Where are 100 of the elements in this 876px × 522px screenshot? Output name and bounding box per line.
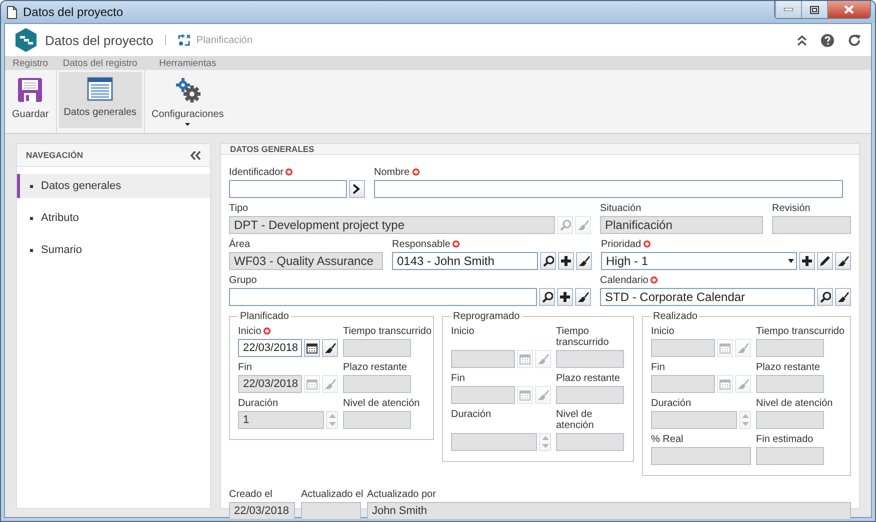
window-title: Datos del proyecto bbox=[23, 5, 124, 19]
field-label: Plazo restante bbox=[756, 362, 820, 373]
add-button[interactable] bbox=[557, 288, 573, 306]
spin-buttons[interactable] bbox=[739, 411, 751, 429]
text-field[interactable]: 22/03/2018 bbox=[238, 339, 302, 357]
calendar-icon bbox=[306, 378, 318, 390]
edit-button[interactable] bbox=[817, 252, 833, 270]
field-label: Nivel de atención bbox=[556, 409, 595, 431]
text-field[interactable] bbox=[229, 288, 537, 306]
brush-icon bbox=[837, 291, 849, 303]
brush-icon bbox=[537, 353, 549, 365]
ribbon-button[interactable]: Guardar bbox=[7, 72, 54, 128]
collapse-icon[interactable] bbox=[797, 34, 807, 46]
brush-icon bbox=[737, 342, 749, 354]
field-label: Situación bbox=[600, 203, 642, 214]
field-label: Prioridad bbox=[601, 239, 642, 250]
field-label: Área bbox=[229, 239, 250, 250]
minimize-button[interactable] bbox=[775, 1, 801, 18]
minimize-icon bbox=[784, 8, 793, 11]
page-title: Datos del proyecto bbox=[45, 32, 154, 48]
bullet-icon bbox=[30, 184, 33, 188]
field-label: Creado el bbox=[229, 489, 272, 500]
double-chevron-left-icon[interactable] bbox=[190, 150, 201, 160]
bullet-icon bbox=[30, 216, 33, 220]
panel-title: DATOS GENERALES bbox=[230, 144, 314, 154]
calendar-icon bbox=[719, 342, 731, 354]
ribbon-button[interactable]: Datos generales bbox=[58, 72, 142, 128]
down-arrow-icon bbox=[542, 444, 548, 448]
document-icon bbox=[7, 6, 17, 18]
search-button[interactable] bbox=[817, 288, 833, 306]
clear-button[interactable] bbox=[322, 339, 338, 357]
nav-item[interactable]: Atributo bbox=[41, 212, 79, 224]
logo-icon bbox=[15, 28, 37, 52]
field-label: Duración bbox=[451, 409, 492, 420]
dropdown-field[interactable]: High - 1 bbox=[601, 252, 797, 270]
nav-item[interactable]: Sumario bbox=[41, 244, 82, 256]
up-arrow-icon bbox=[542, 436, 548, 440]
search-icon bbox=[819, 291, 831, 303]
field-label: Nivel de atención bbox=[343, 398, 420, 409]
up-arrow-icon bbox=[328, 414, 336, 418]
add-button[interactable] bbox=[558, 252, 574, 270]
panel-title: NAVEGACIÓN bbox=[26, 150, 84, 160]
spin-buttons[interactable] bbox=[539, 433, 551, 451]
search-icon bbox=[541, 291, 553, 303]
text-field[interactable] bbox=[374, 180, 843, 198]
brush-icon bbox=[537, 389, 549, 401]
group-title: Reprogramado bbox=[452, 311, 521, 322]
field-label: Tipo bbox=[229, 203, 248, 214]
pencil-icon bbox=[819, 255, 831, 267]
close-button[interactable] bbox=[827, 1, 870, 18]
workflow-icon bbox=[178, 34, 192, 46]
brush-icon bbox=[577, 291, 589, 303]
field-label: Grupo bbox=[229, 275, 257, 286]
field-label: % Real bbox=[651, 434, 684, 445]
calendar-icon bbox=[306, 342, 318, 354]
down-arrow-icon bbox=[328, 422, 336, 426]
clear-button[interactable] bbox=[835, 288, 851, 306]
field-label: Inicio bbox=[651, 326, 674, 337]
search-button[interactable] bbox=[539, 288, 555, 306]
refresh-icon[interactable] bbox=[848, 34, 861, 46]
search-button[interactable] bbox=[540, 252, 556, 270]
brush-icon bbox=[577, 219, 589, 231]
help-icon[interactable] bbox=[821, 34, 834, 46]
breadcrumb-status: Planificación bbox=[196, 34, 253, 46]
field-label: Fin bbox=[651, 362, 665, 373]
maximize-icon bbox=[810, 6, 819, 14]
clear-button[interactable] bbox=[575, 288, 591, 306]
plus-icon bbox=[560, 255, 572, 267]
field-label: Duración bbox=[651, 398, 692, 409]
caret-down-icon bbox=[788, 259, 794, 263]
calendar-icon bbox=[719, 378, 731, 390]
field-label: Nombre bbox=[374, 167, 410, 178]
search-icon bbox=[559, 219, 571, 231]
brush-icon bbox=[737, 378, 749, 390]
field-label: Tiempo transcurrido bbox=[756, 326, 845, 337]
field-label: Identificador bbox=[229, 167, 284, 178]
field-label: Revisión bbox=[772, 203, 810, 214]
field-label: Inicio bbox=[238, 326, 262, 337]
spin-buttons[interactable] bbox=[326, 411, 338, 429]
field-label: Fin estimado bbox=[756, 434, 814, 445]
gears-icon bbox=[174, 77, 201, 103]
text-field[interactable]: 0143 - John Smith bbox=[392, 252, 538, 270]
go-button[interactable] bbox=[349, 180, 365, 198]
field-label: Duración bbox=[238, 398, 278, 409]
calendar-button[interactable] bbox=[304, 339, 320, 357]
field-label: Plazo restante bbox=[343, 362, 407, 373]
brush-icon bbox=[324, 378, 336, 390]
add-button[interactable] bbox=[799, 252, 815, 270]
field-label: Calendario bbox=[600, 275, 648, 286]
bullet-icon bbox=[30, 248, 33, 252]
ribbon-button[interactable]: Configuraciones bbox=[146, 72, 229, 128]
clear-button[interactable] bbox=[576, 252, 592, 270]
maximize-button[interactable] bbox=[801, 1, 827, 18]
brush-icon bbox=[578, 255, 590, 267]
text-field[interactable]: STD - Corporate Calendar bbox=[600, 288, 815, 306]
group-title: Planificado bbox=[239, 311, 290, 322]
clear-button[interactable] bbox=[835, 252, 851, 270]
close-icon bbox=[844, 5, 854, 14]
brush-icon bbox=[837, 255, 849, 267]
text-field[interactable] bbox=[229, 180, 347, 198]
